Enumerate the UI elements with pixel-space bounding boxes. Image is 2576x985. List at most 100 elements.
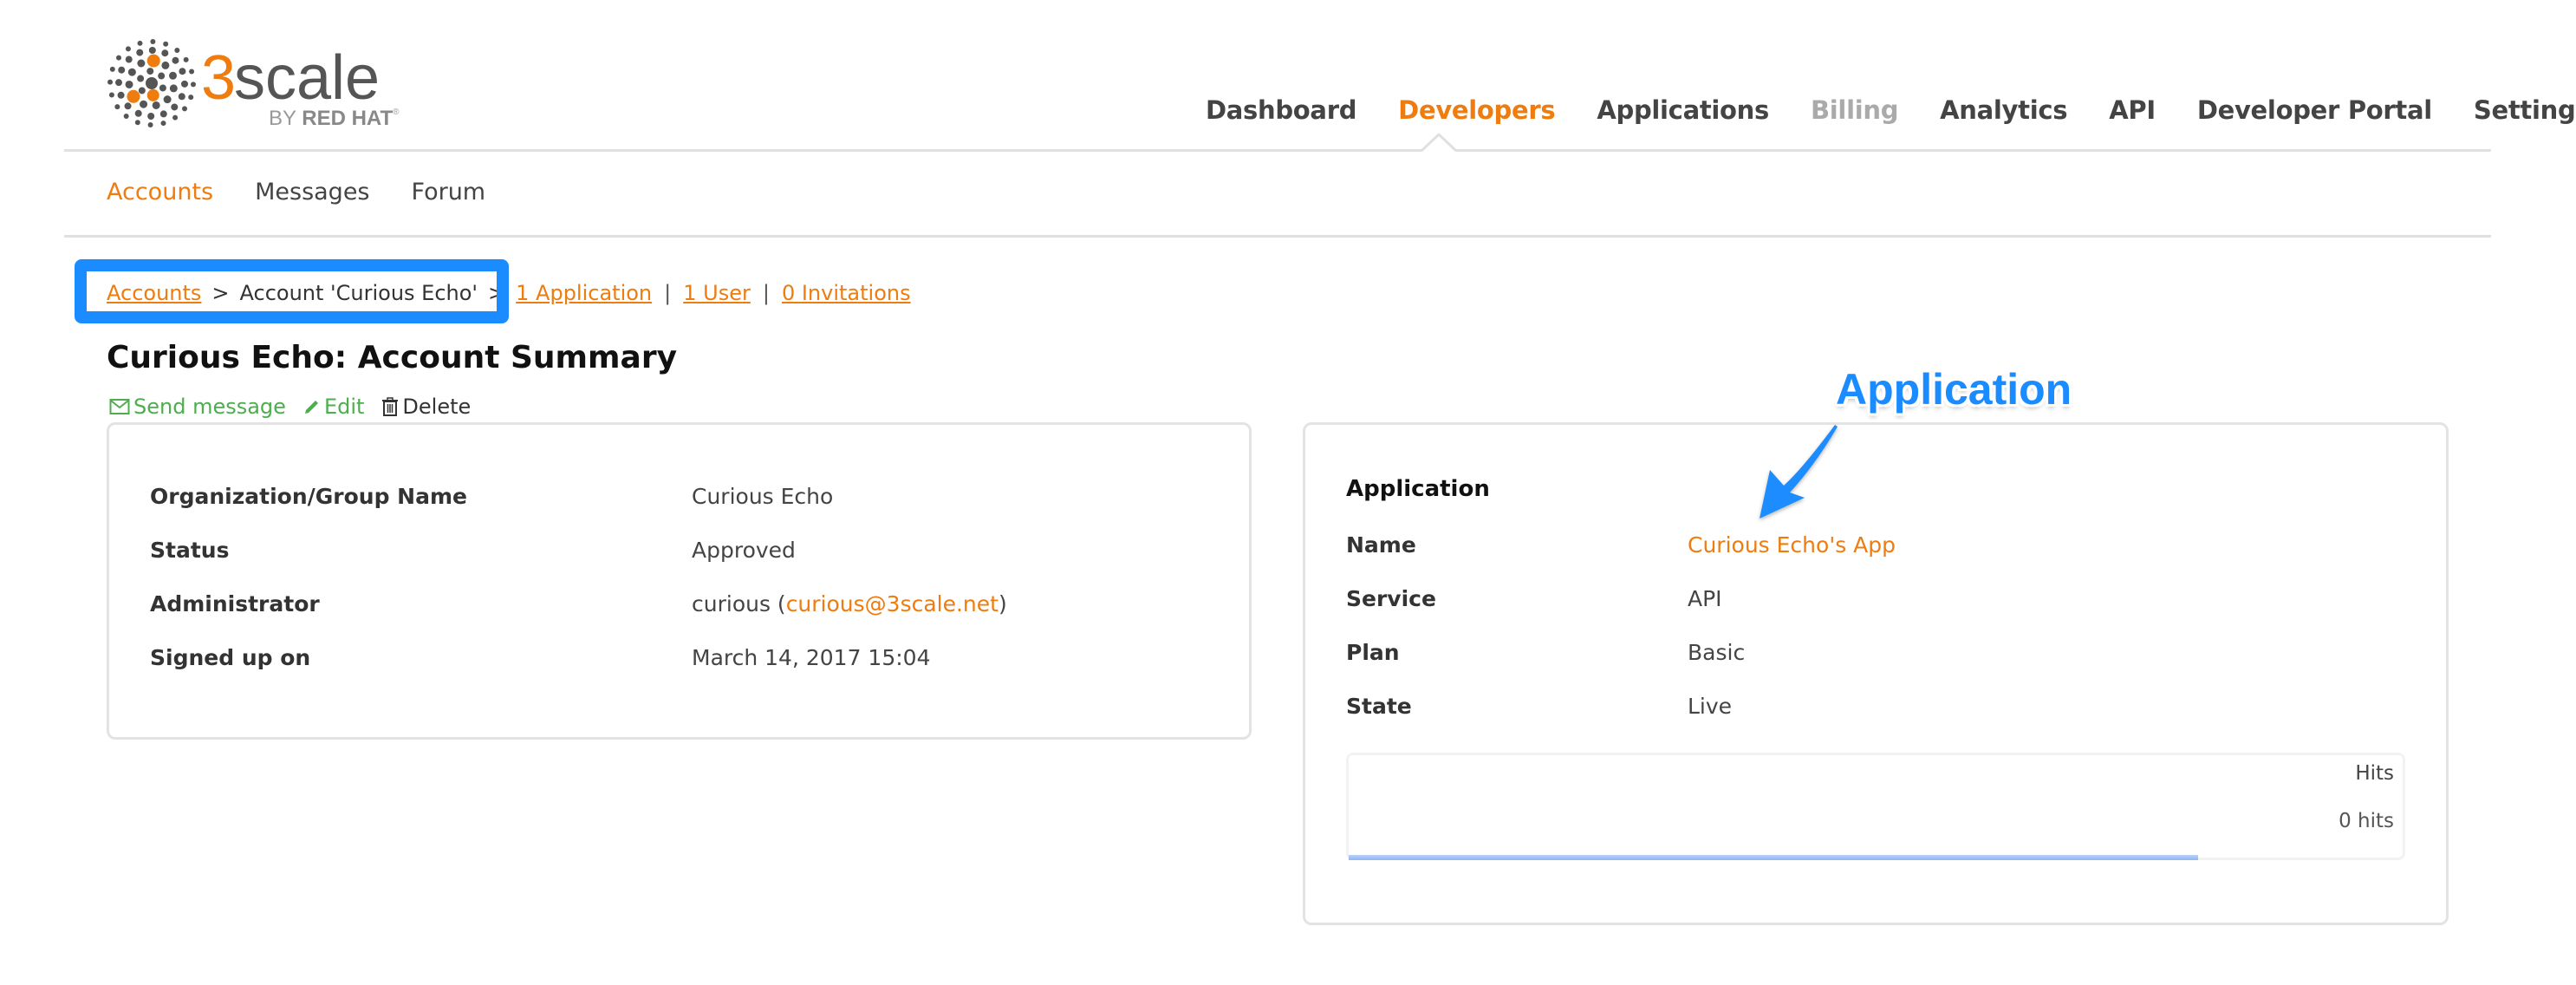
plan-value: Basic <box>1688 640 1746 665</box>
logo-dot <box>138 87 146 95</box>
signed-up-value: March 14, 2017 15:04 <box>692 645 931 670</box>
administrator-email-link[interactable]: curious@3scale.net <box>786 591 999 616</box>
logo-dot <box>181 106 187 112</box>
logo-dot <box>160 121 166 127</box>
status-label: Status <box>150 538 230 563</box>
svg-text:3: 3 <box>201 43 236 113</box>
active-nav-caret-icon <box>1421 134 1456 152</box>
invitations-count-link[interactable]: 0 Invitations <box>782 281 911 305</box>
logo-dot <box>146 77 158 89</box>
logo-dot <box>136 49 144 56</box>
administrator-value: curious (curious@3scale.net) <box>692 591 1007 616</box>
edit-button[interactable]: Edit <box>303 395 364 419</box>
application-heading: Application <box>1346 476 1490 502</box>
account-actions: Send message Edit Delete <box>109 395 488 419</box>
logo-dot <box>134 109 142 117</box>
subnav-messages[interactable]: Messages <box>255 179 369 205</box>
edit-label: Edit <box>323 395 365 419</box>
logo-dot <box>183 56 189 62</box>
logo-dot <box>146 54 160 68</box>
send-message-button[interactable]: Send message <box>109 395 286 419</box>
logo-dot <box>163 95 172 104</box>
envelope-icon <box>109 399 130 414</box>
state-value: Live <box>1688 694 1733 719</box>
brand-logo[interactable]: 3 scale BY RED HAT® <box>104 38 407 134</box>
nav-applications[interactable]: Applications <box>1597 95 1769 125</box>
logo-dot <box>172 114 179 121</box>
logo-dot <box>188 95 194 101</box>
logo-dot <box>172 56 179 64</box>
logo-dot <box>146 88 159 101</box>
nav-dashboard[interactable]: Dashboard <box>1206 95 1356 125</box>
plan-label: Plan <box>1346 640 1400 665</box>
app-name-link[interactable]: Curious Echo's App <box>1688 532 1896 558</box>
delete-button[interactable]: Delete <box>381 395 471 419</box>
administrator-label: Administrator <box>150 591 320 616</box>
nav-settings[interactable]: Settings <box>2474 95 2576 125</box>
org-name-label: Organization/Group Name <box>150 484 467 509</box>
logo-dot <box>118 66 126 74</box>
state-label: State <box>1346 694 1412 719</box>
subnav-accounts[interactable]: Accounts <box>107 179 213 205</box>
hits-title: Hits <box>2355 762 2394 785</box>
pencil-icon <box>304 401 318 414</box>
signed-up-label: Signed up on <box>150 645 311 670</box>
logo-dot <box>147 121 153 127</box>
hits-value: 0 hits <box>2339 810 2394 832</box>
breadcrumb: Accounts > Account 'Curious Echo' >1 Applic… <box>107 281 911 305</box>
nav-analytics[interactable]: Analytics <box>1940 95 2067 125</box>
nav-developer-portal[interactable]: Developer Portal <box>2197 95 2432 125</box>
account-summary-panel: Organization/Group Name Curious Echo Sta… <box>107 422 1252 740</box>
breadcrumb-separator: > <box>211 281 230 305</box>
breadcrumb-separator: > <box>488 281 506 305</box>
logo-dot <box>159 84 166 92</box>
logo-dot <box>152 101 160 109</box>
logo-dot <box>174 48 180 54</box>
page-title: Curious Echo: Account Summary <box>107 340 678 375</box>
service-label: Service <box>1346 586 1436 611</box>
breadcrumb-current: Account 'Curious Echo' <box>239 281 478 305</box>
administrator-username: curious ( <box>692 591 786 616</box>
logo-dot <box>114 104 120 110</box>
sub-nav-divider <box>64 235 2491 238</box>
nav-billing[interactable]: Billing <box>1811 95 1898 125</box>
brand-name-text: scale <box>234 43 380 113</box>
nav-developers[interactable]: Developers <box>1398 95 1555 125</box>
logo-dot <box>116 55 122 61</box>
logo-dot <box>163 41 169 47</box>
nav-api[interactable]: API <box>2109 95 2156 125</box>
logo-dot <box>137 40 143 46</box>
logo-dot <box>179 68 186 75</box>
logo-dot <box>124 102 132 110</box>
logo-dot <box>125 46 131 52</box>
logo-dot <box>147 112 155 120</box>
app-name-value: Curious Echo's App <box>1688 532 1896 558</box>
logo-dot <box>108 92 114 98</box>
sub-nav: Accounts Messages Forum <box>107 179 527 205</box>
logo-dot <box>171 103 179 111</box>
svg-text:BY RED HAT®: BY RED HAT® <box>269 107 400 130</box>
delete-label: Delete <box>402 395 472 419</box>
hits-sparkline-chart: Hits 0 hits <box>1346 753 2405 860</box>
logo-dot <box>123 113 129 119</box>
users-count-link[interactable]: 1 User <box>683 281 751 305</box>
app-name-label: Name <box>1346 532 1416 558</box>
logo-dot <box>115 79 123 87</box>
logo-dot <box>169 84 178 93</box>
link-separator: | <box>664 281 672 305</box>
subnav-forum[interactable]: Forum <box>412 179 486 205</box>
logo-dot <box>180 80 188 88</box>
logo-dot <box>168 71 177 80</box>
annotation-label: Application <box>1836 365 2072 414</box>
logo-dot <box>125 80 133 88</box>
logo-dot <box>189 68 195 75</box>
status-value: Approved <box>692 538 796 563</box>
logo-dot <box>109 66 115 72</box>
breadcrumb-accounts-link[interactable]: Accounts <box>107 281 201 305</box>
logo-dot <box>158 72 166 80</box>
applications-count-link[interactable]: 1 Application <box>516 281 652 305</box>
logo-dot <box>159 110 167 118</box>
org-name-value: Curious Echo <box>692 484 834 509</box>
dots-sphere-icon: 3 scale BY RED HAT® <box>107 39 400 130</box>
top-nav-divider <box>64 149 2491 152</box>
